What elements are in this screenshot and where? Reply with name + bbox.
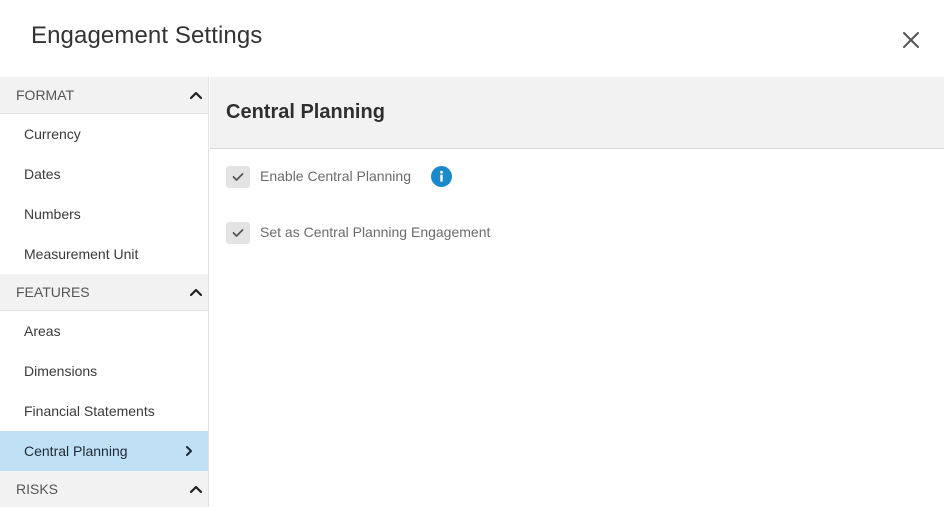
settings-content-panel: Central Planning Enable Central Planning bbox=[210, 77, 944, 507]
settings-sidebar: FORMAT Currency Dates Numbers Measuremen… bbox=[0, 77, 209, 507]
check-icon bbox=[232, 229, 244, 237]
dialog-title: Engagement Settings bbox=[31, 22, 263, 49]
set-central-planning-engagement-label: Set as Central Planning Engagement bbox=[260, 224, 491, 240]
sidebar-item-label: Central Planning bbox=[24, 443, 128, 459]
section-features[interactable]: FEATURES bbox=[0, 274, 208, 311]
sidebar-item-label: Measurement Unit bbox=[24, 246, 139, 262]
sidebar-item-label: Financial Statements bbox=[24, 403, 155, 419]
close-icon bbox=[903, 32, 919, 48]
check-icon bbox=[232, 173, 244, 181]
section-format[interactable]: FORMAT bbox=[0, 77, 208, 114]
chevron-up-icon bbox=[189, 91, 203, 100]
info-icon[interactable] bbox=[431, 166, 452, 187]
sidebar-item-label: Dates bbox=[24, 166, 61, 182]
panel-title: Central Planning bbox=[226, 101, 385, 123]
enable-central-planning-checkbox[interactable] bbox=[226, 166, 250, 188]
sidebar-item-financial-statements[interactable]: Financial Statements bbox=[0, 391, 208, 431]
panel-header: Central Planning bbox=[210, 77, 944, 149]
sidebar-item-label: Currency bbox=[24, 126, 81, 142]
chevron-up-icon bbox=[189, 288, 203, 297]
sidebar-item-measurement-unit[interactable]: Measurement Unit bbox=[0, 234, 208, 274]
section-risks-label: RISKS bbox=[16, 481, 59, 497]
sidebar-item-areas[interactable]: Areas bbox=[0, 311, 208, 351]
engagement-settings-dialog: Engagement Settings FORMAT Currency Date… bbox=[0, 0, 944, 507]
section-features-label: FEATURES bbox=[16, 284, 90, 300]
sidebar-item-label: Numbers bbox=[24, 206, 81, 222]
chevron-up-icon bbox=[189, 485, 203, 494]
section-format-label: FORMAT bbox=[16, 87, 75, 103]
sidebar-item-dimensions[interactable]: Dimensions bbox=[0, 351, 208, 391]
sidebar-item-dates[interactable]: Dates bbox=[0, 154, 208, 194]
enable-central-planning-label: Enable Central Planning bbox=[260, 168, 411, 184]
sidebar-item-label: Dimensions bbox=[24, 363, 98, 379]
sidebar-item-numbers[interactable]: Numbers bbox=[0, 194, 208, 234]
chevron-right-icon bbox=[186, 446, 192, 456]
section-risks[interactable]: RISKS bbox=[0, 471, 208, 507]
sidebar-item-currency[interactable]: Currency bbox=[0, 114, 208, 154]
sidebar-item-central-planning[interactable]: Central Planning bbox=[0, 431, 208, 471]
sidebar-item-label: Areas bbox=[24, 323, 61, 339]
set-central-planning-engagement-checkbox[interactable] bbox=[226, 222, 250, 244]
dialog-header: Engagement Settings bbox=[0, 0, 944, 77]
close-button[interactable] bbox=[899, 28, 923, 52]
